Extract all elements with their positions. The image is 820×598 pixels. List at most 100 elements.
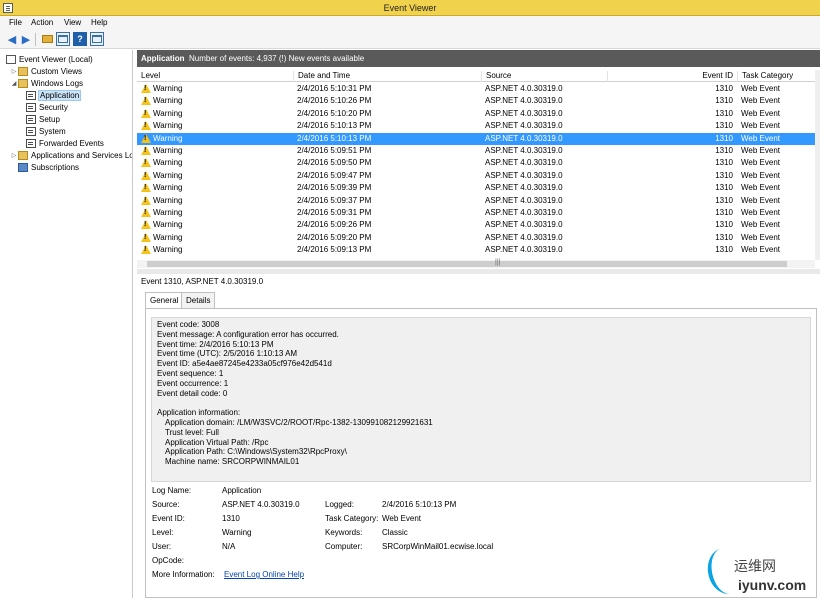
task-category-cell: Web Event (741, 108, 780, 118)
event-id-cell: 1310 (715, 146, 733, 155)
date-cell: 2/4/2016 5:09:31 PM (297, 208, 372, 217)
date-cell: 2/4/2016 5:10:13 PM (297, 133, 372, 143)
level-cell: Warning (141, 220, 183, 230)
event-row[interactable]: Warning 2/4/2016 5:10:20 PM ASP.NET 4.0.30… (137, 108, 815, 120)
menu-action[interactable]: Action (31, 18, 53, 27)
event-row[interactable]: Warning 2/4/2016 5:09:39 PM ASP.NET 4.0.30… (137, 182, 815, 194)
event-row[interactable]: Warning 2/4/2016 5:09:31 PM ASP.NET 4.0.30… (137, 207, 815, 219)
show-hide-action-pane-icon[interactable] (90, 32, 104, 46)
tree-item-windows-logs[interactable]: ◢ Windows Logs (10, 77, 83, 89)
tree-item-setup[interactable]: Setup (26, 113, 60, 125)
event-row[interactable]: Warning 2/4/2016 5:10:31 PM ASP.NET 4.0.30… (137, 83, 815, 95)
event-row[interactable]: Warning 2/4/2016 5:09:20 PM ASP.NET 4.0.30… (137, 232, 815, 244)
event-list-horizontal-scrollbar[interactable]: ||| (137, 259, 815, 268)
task-category-cell: Web Event (741, 146, 780, 155)
forward-arrow-icon[interactable]: ▶ (19, 32, 33, 46)
source-label: Source: (152, 500, 180, 509)
watermark-url-text: iyunv.com (738, 577, 807, 593)
tree-item-event-viewer-local[interactable]: Event Viewer (Local) (6, 53, 93, 65)
date-cell: 2/4/2016 5:09:50 PM (297, 158, 372, 168)
column-task-category[interactable]: Task Category (737, 71, 815, 82)
source-cell: ASP.NET 4.0.30319.0 (485, 121, 563, 131)
computer-label: Computer: (325, 542, 363, 551)
menu-file[interactable]: File (9, 18, 22, 27)
warning-icon (141, 170, 151, 180)
column-source[interactable]: Source (481, 71, 607, 82)
log-icon (26, 138, 36, 148)
log-pane: Application Number of events: 4,937 (!) … (137, 50, 820, 598)
collapse-arrow-icon[interactable]: ◢ (10, 80, 18, 87)
user-label: User: (152, 542, 172, 551)
more-information-label: More Information: (152, 570, 215, 579)
event-row[interactable]: Warning 2/4/2016 5:10:13 PM ASP.NET 4.0.30… (137, 132, 815, 145)
description-line: Event detail code: 0 (157, 388, 228, 398)
column-event-id[interactable]: Event ID (607, 71, 737, 82)
description-line: Event ID: a5e4ae87245e4233a05cf976e42d54… (157, 359, 332, 369)
pane-splitter[interactable] (137, 269, 820, 274)
back-arrow-icon[interactable]: ◀ (5, 32, 19, 46)
scroll-thumb[interactable] (147, 261, 787, 267)
logged-value: 2/4/2016 5:10:13 PM (382, 500, 457, 509)
date-cell: 2/4/2016 5:09:13 PM (297, 245, 372, 255)
tree-item-application[interactable]: Application (26, 89, 82, 101)
expand-arrow-icon[interactable]: ▷ (10, 152, 18, 159)
event-log-online-help-link[interactable]: Event Log Online Help (224, 570, 304, 579)
help-icon[interactable]: ? (73, 32, 87, 46)
level-cell: Warning (141, 96, 183, 106)
event-row[interactable]: Warning 2/4/2016 5:09:51 PM ASP.NET 4.0.30… (137, 145, 815, 157)
description-line: Event message: A configuration error has… (157, 329, 339, 339)
source-cell: ASP.NET 4.0.30319.0 (485, 195, 563, 205)
task-category-cell: Web Event (741, 121, 780, 131)
expand-arrow-icon[interactable]: ▷ (10, 68, 18, 75)
event-row[interactable]: Warning 2/4/2016 5:09:47 PM ASP.NET 4.0.30… (137, 170, 815, 182)
menu-help[interactable]: Help (91, 18, 107, 27)
warning-icon (141, 146, 151, 155)
event-viewer-icon (6, 54, 16, 64)
tab-details[interactable]: Details (181, 292, 216, 308)
tree-item-applications-services-logs[interactable]: ▷ Applications and Services Logs (10, 149, 132, 161)
source-cell: ASP.NET 4.0.30319.0 (485, 220, 563, 230)
column-date-time[interactable]: Date and Time (293, 71, 481, 82)
event-row[interactable]: Warning 2/4/2016 5:09:37 PM ASP.NET 4.0.30… (137, 195, 815, 207)
tree-item-subscriptions[interactable]: Subscriptions (18, 161, 79, 173)
column-level[interactable]: Level (137, 71, 293, 82)
watermark-chinese-text: 运维网 (734, 558, 776, 574)
date-cell: 2/4/2016 5:09:39 PM (297, 183, 372, 193)
event-row[interactable]: Warning 2/4/2016 5:09:50 PM ASP.NET 4.0.30… (137, 157, 815, 169)
level-cell: Warning (141, 195, 183, 205)
event-count: Number of events: 4,937 (!) New events a… (189, 54, 365, 63)
warning-icon (141, 195, 151, 205)
event-row[interactable]: Warning 2/4/2016 5:10:26 PM ASP.NET 4.0.30… (137, 95, 815, 107)
level-cell: Warning (141, 232, 183, 242)
tree-item-security[interactable]: Security (26, 101, 68, 113)
tab-general[interactable]: General (145, 292, 184, 309)
menu-bar: File Action View Help (0, 16, 820, 30)
up-folder-icon[interactable] (40, 32, 54, 46)
level-cell: Warning (141, 158, 183, 168)
level-cell: Warning (141, 84, 183, 93)
date-cell: 2/4/2016 5:09:20 PM (297, 232, 372, 242)
event-list-vertical-scrollbar[interactable] (815, 70, 820, 260)
computer-value: SRCorpWinMail01.ecwise.local (382, 542, 494, 551)
warning-icon (141, 183, 151, 193)
watermark: 运维网 iyunv.com (700, 544, 820, 598)
log-icon (26, 102, 36, 112)
keywords-value: Classic (382, 528, 408, 537)
event-row[interactable]: Warning 2/4/2016 5:09:13 PM ASP.NET 4.0.30… (137, 244, 815, 256)
menu-view[interactable]: View (64, 18, 81, 27)
event-id-cell: 1310 (715, 96, 733, 106)
date-cell: 2/4/2016 5:09:47 PM (297, 170, 372, 180)
event-row[interactable]: Warning 2/4/2016 5:09:26 PM ASP.NET 4.0.30… (137, 219, 815, 231)
date-cell: 2/4/2016 5:10:20 PM (297, 108, 372, 118)
event-row[interactable]: Warning 2/4/2016 5:10:13 PM ASP.NET 4.0.30… (137, 120, 815, 132)
logged-label: Logged: (325, 500, 354, 509)
tree-item-system[interactable]: System (26, 125, 66, 137)
tree-item-custom-views[interactable]: ▷ Custom Views (10, 65, 82, 77)
task-category-cell: Web Event (741, 245, 780, 255)
event-id-cell: 1310 (715, 195, 733, 205)
event-id-cell: 1310 (715, 108, 733, 118)
show-hide-console-tree-icon[interactable] (56, 32, 70, 46)
warning-icon (141, 96, 151, 106)
event-description[interactable]: Event code: 3008 Event message: A configu… (151, 317, 811, 482)
tree-item-forwarded-events[interactable]: Forwarded Events (26, 137, 104, 149)
